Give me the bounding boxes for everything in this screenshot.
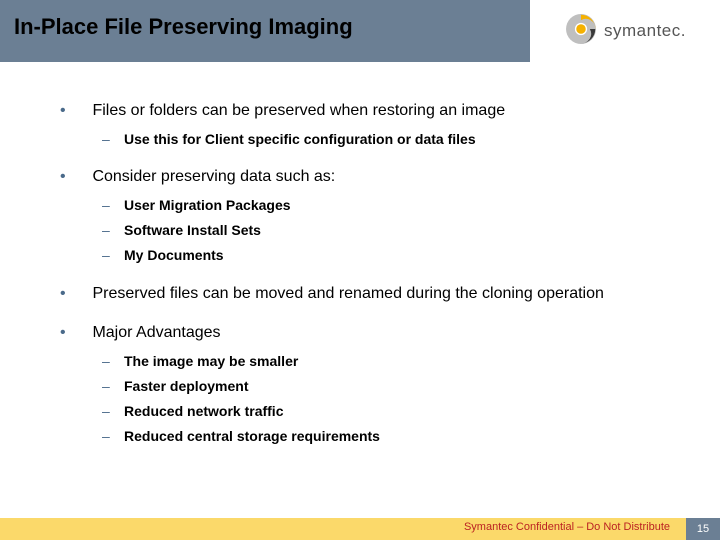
list-item-text: Files or folders can be preserved when r… [92, 102, 505, 119]
confidential-label: Symantec Confidential – Do Not Distribut… [464, 521, 670, 533]
list-item-text: Preserved files can be moved and renamed… [92, 285, 603, 302]
list-item: Major Advantages The image may be smalle… [60, 322, 660, 445]
list-item-text: Major Advantages [92, 324, 220, 341]
list-sub-item: Use this for Client specific configurati… [102, 130, 660, 149]
title-bar: In-Place File Preserving Imaging symante… [0, 0, 720, 62]
list-sub-item: The image may be smaller [102, 352, 660, 371]
slide: In-Place File Preserving Imaging symante… [0, 0, 720, 540]
list-sub-item: Faster deployment [102, 377, 660, 396]
slide-title: In-Place File Preserving Imaging [14, 14, 353, 40]
page-number: 15 [686, 518, 720, 540]
brand-logo: symantec. [530, 0, 720, 62]
symantec-swirl-icon [564, 12, 598, 51]
brand-name: symantec. [604, 21, 686, 41]
bullet-list: Files or folders can be preserved when r… [60, 100, 660, 446]
footer-bar: Symantec Confidential – Do Not Distribut… [0, 518, 720, 540]
list-sub-item: My Documents [102, 246, 660, 265]
list-sub-item: Reduced network traffic [102, 402, 660, 421]
list-sub-item: Reduced central storage requirements [102, 427, 660, 446]
list-sub-item: User Migration Packages [102, 196, 660, 215]
list-item: Files or folders can be preserved when r… [60, 100, 660, 148]
list-item-text: Consider preserving data such as: [92, 168, 335, 185]
content-body: Files or folders can be preserved when r… [60, 100, 660, 464]
list-sub-item: Software Install Sets [102, 221, 660, 240]
list-item: Consider preserving data such as: User M… [60, 166, 660, 264]
list-item: Preserved files can be moved and renamed… [60, 283, 660, 305]
